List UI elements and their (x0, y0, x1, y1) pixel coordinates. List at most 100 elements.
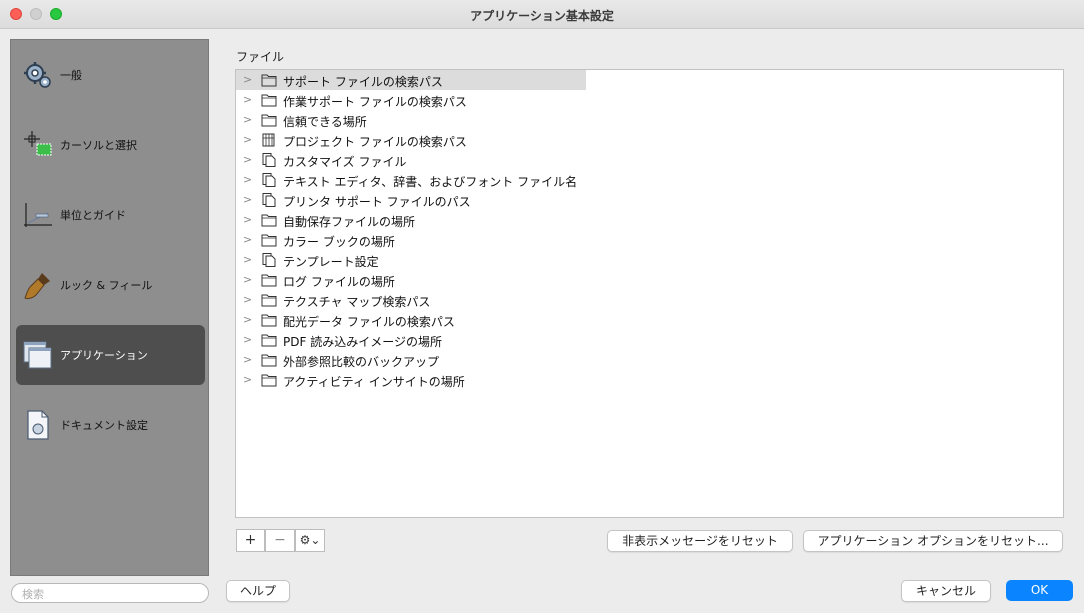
gears-icon (24, 62, 51, 88)
remove-button[interactable]: − (265, 529, 295, 552)
chevron-right-icon[interactable]: > (243, 313, 252, 326)
tree-row[interactable]: > プリンタ サポート ファイルのパス (236, 190, 586, 210)
document-icon (27, 410, 49, 440)
tree-row-label: サポート ファイルの検索パス (283, 75, 443, 89)
plus-icon: + (244, 532, 257, 548)
sidebar-item-label: ドキュメント設定 (60, 419, 148, 432)
reset-hidden-messages-button[interactable]: 非表示メッセージをリセット (607, 530, 793, 552)
title-bar: アプリケーション基本設定 (0, 0, 1084, 29)
folder-icon (261, 234, 277, 247)
sidebar-item-application[interactable]: アプリケーション (16, 325, 205, 385)
preferences-sidebar: 一般 カーソルと選択 単位とガイド ルック & フィール アプリケーション ドキ… (10, 39, 209, 576)
cancel-label: キャンセル (915, 584, 976, 598)
folder-icon (261, 74, 277, 87)
chevron-right-icon[interactable]: > (243, 293, 252, 306)
cancel-button[interactable]: キャンセル (901, 580, 991, 602)
file-paths-tree[interactable]: > サポート ファイルの検索パス > 作業サポート ファイルの検索パス > 信頼… (235, 69, 1064, 518)
tree-row-label: ログ ファイルの場所 (283, 275, 395, 289)
sidebar-item-label: カーソルと選択 (60, 139, 137, 152)
tree-row-label: アクティビティ インサイトの場所 (283, 375, 465, 389)
tree-row[interactable]: > 自動保存ファイルの場所 (236, 210, 586, 230)
tree-row[interactable]: > カスタマイズ ファイル (236, 150, 586, 170)
chevron-right-icon[interactable]: > (243, 133, 252, 146)
tree-row[interactable]: > サポート ファイルの検索パス (236, 70, 586, 90)
chevron-right-icon[interactable]: > (243, 333, 252, 346)
folder-icon (261, 294, 277, 307)
minus-icon: − (274, 532, 286, 548)
tree-row[interactable]: > プロジェクト ファイルの検索パス (236, 130, 586, 150)
reset-application-options-label: アプリケーション オプションをリセット... (817, 534, 1049, 548)
tree-row[interactable]: > テクスチャ マップ検索パス (236, 290, 586, 310)
sidebar-item-label: アプリケーション (60, 349, 148, 362)
tree-row-label: 配光データ ファイルの検索パス (283, 315, 455, 329)
help-button[interactable]: ヘルプ (226, 580, 290, 602)
tree-row[interactable]: > テンプレート設定 (236, 250, 586, 270)
sidebar-item-document-settings[interactable]: ドキュメント設定 (16, 395, 205, 455)
tree-row[interactable]: > ログ ファイルの場所 (236, 270, 586, 290)
files-icon (262, 153, 276, 167)
project-files-icon (262, 133, 275, 147)
tree-row[interactable]: > PDF 読み込みイメージの場所 (236, 330, 586, 350)
help-label: ヘルプ (239, 584, 276, 598)
ok-label: OK (1030, 583, 1049, 597)
windows-icon (23, 341, 52, 369)
section-title: ファイル (236, 50, 285, 64)
tree-row[interactable]: > 信頼できる場所 (236, 110, 586, 130)
chevron-right-icon[interactable]: > (243, 353, 252, 366)
tree-row-label: 自動保存ファイルの場所 (283, 215, 416, 229)
ok-button[interactable]: OK (1006, 580, 1073, 601)
folder-icon (261, 114, 277, 127)
gear-icon: ⚙⌄ (299, 533, 321, 547)
tree-row-label: 外部参照比較のバックアップ (283, 355, 440, 369)
search-input[interactable]: 検索 (11, 583, 209, 603)
tree-row[interactable]: > カラー ブックの場所 (236, 230, 586, 250)
tree-row[interactable]: > 外部参照比較のバックアップ (236, 350, 586, 370)
tree-row-label: テクスチャ マップ検索パス (283, 295, 431, 309)
chevron-right-icon[interactable]: > (243, 73, 252, 86)
reset-application-options-button[interactable]: アプリケーション オプションをリセット... (803, 530, 1063, 552)
files-icon (262, 173, 276, 187)
tree-row[interactable]: > 作業サポート ファイルの検索パス (236, 90, 586, 110)
chevron-right-icon[interactable]: > (243, 233, 252, 246)
sidebar-item-look-feel[interactable]: ルック & フィール (16, 255, 205, 315)
chevron-right-icon[interactable]: > (243, 213, 252, 226)
folder-icon (261, 214, 277, 227)
add-button[interactable]: + (236, 529, 265, 552)
folder-icon (261, 314, 277, 327)
sidebar-item-general[interactable]: 一般 (16, 45, 205, 105)
sidebar-item-label: 単位とガイド (60, 209, 126, 222)
gear-menu-button[interactable]: ⚙⌄ (295, 529, 325, 552)
folder-icon (261, 334, 277, 347)
tree-row[interactable]: > アクティビティ インサイトの場所 (236, 370, 586, 390)
tree-row-label: PDF 読み込みイメージの場所 (283, 335, 442, 349)
chevron-right-icon[interactable]: > (243, 113, 252, 126)
files-icon (262, 253, 276, 267)
cursor-select-icon (24, 131, 52, 156)
tree-row-label: カスタマイズ ファイル (283, 155, 407, 169)
tree-row-label: 作業サポート ファイルの検索パス (283, 95, 467, 109)
sidebar-item-cursor-selection[interactable]: カーソルと選択 (16, 115, 205, 175)
tree-row-label: 信頼できる場所 (283, 115, 367, 129)
tree-row-label: テンプレート設定 (283, 255, 379, 269)
tree-row[interactable]: > 配光データ ファイルの検索パス (236, 310, 586, 330)
tree-row[interactable]: > テキスト エディタ、辞書、およびフォント ファイル名 (236, 170, 586, 190)
ruler-guide-icon (24, 203, 52, 227)
files-icon (262, 193, 276, 207)
sidebar-item-label: 一般 (60, 69, 82, 82)
tree-row-label: プロジェクト ファイルの検索パス (283, 135, 467, 149)
chevron-right-icon[interactable]: > (243, 273, 252, 286)
tree-row-label: プリンタ サポート ファイルのパス (283, 195, 471, 209)
brush-icon (24, 273, 50, 300)
sidebar-item-label: ルック & フィール (60, 279, 153, 292)
folder-icon (261, 374, 277, 387)
chevron-right-icon[interactable]: > (243, 93, 252, 106)
chevron-right-icon[interactable]: > (243, 153, 252, 166)
folder-icon (261, 354, 277, 367)
sidebar-item-units-guides[interactable]: 単位とガイド (16, 185, 205, 245)
search-placeholder: 検索 (22, 588, 44, 601)
chevron-right-icon[interactable]: > (243, 193, 252, 206)
chevron-right-icon[interactable]: > (243, 173, 252, 186)
chevron-right-icon[interactable]: > (243, 253, 252, 266)
folder-icon (261, 274, 277, 287)
chevron-right-icon[interactable]: > (243, 373, 252, 386)
